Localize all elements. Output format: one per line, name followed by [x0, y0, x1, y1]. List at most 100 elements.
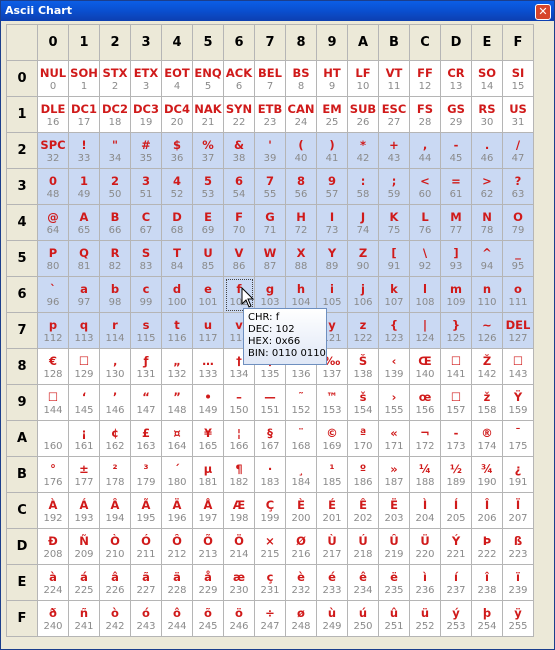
char-cell-194[interactable]: Â 194 [99, 492, 131, 529]
char-cell-116[interactable]: t 116 [161, 312, 193, 349]
char-cell-227[interactable]: ã 227 [130, 564, 162, 601]
char-cell-161[interactable]: ¡ 161 [68, 420, 100, 457]
char-cell-22[interactable]: SYN 22 [223, 96, 255, 133]
char-cell-186[interactable]: º 186 [347, 456, 379, 493]
char-cell-177[interactable]: ±177 [68, 456, 100, 493]
char-cell-42[interactable]: * 42 [347, 132, 379, 169]
char-cell-242[interactable]: ò 242 [99, 600, 131, 637]
char-cell-101[interactable]: e 101 [192, 276, 224, 313]
char-cell-239[interactable]: ï 239 [502, 564, 534, 601]
char-cell-113[interactable]: q 113 [68, 312, 100, 349]
char-cell-30[interactable]: RS 30 [471, 96, 503, 133]
char-cell-154[interactable]: š 154 [347, 384, 379, 421]
char-cell-152[interactable]: ˜ 152 [285, 384, 317, 421]
char-cell-197[interactable]: Å 197 [192, 492, 224, 529]
char-cell-123[interactable]: {123 [378, 312, 410, 349]
char-cell-215[interactable]: × 215 [254, 528, 286, 565]
char-cell-205[interactable]: Í 205 [440, 492, 472, 529]
char-cell-75[interactable]: K 75 [378, 204, 410, 241]
char-cell-59[interactable]: ; 59 [378, 168, 410, 205]
char-cell-189[interactable]: ½ 189 [440, 456, 472, 493]
char-cell-130[interactable]: ‚ 130 [99, 348, 131, 385]
char-cell-164[interactable]: ¤ 164 [161, 420, 193, 457]
char-cell-211[interactable]: Ó 211 [130, 528, 162, 565]
char-cell-125[interactable]: } 125 [440, 312, 472, 349]
char-cell-255[interactable]: ÿ 255 [502, 600, 534, 637]
char-cell-182[interactable]: ¶ 182 [223, 456, 255, 493]
char-cell-198[interactable]: Æ 198 [223, 492, 255, 529]
char-cell-151[interactable]: —151 [254, 384, 286, 421]
char-cell-144[interactable]: ☐ 144 [37, 384, 69, 421]
char-cell-193[interactable]: Á 193 [68, 492, 100, 529]
char-cell-52[interactable]: 4 52 [161, 168, 193, 205]
char-cell-15[interactable]: SI 15 [502, 60, 534, 97]
char-cell-175[interactable]: ¯ 175 [502, 420, 534, 457]
char-cell-244[interactable]: ô 244 [161, 600, 193, 637]
char-cell-139[interactable]: ‹ 139 [378, 348, 410, 385]
char-cell-223[interactable]: ß 223 [502, 528, 534, 565]
char-cell-232[interactable]: è 232 [285, 564, 317, 601]
char-cell-172[interactable]: ¬ 172 [409, 420, 441, 457]
char-cell-240[interactable]: ð 240 [37, 600, 69, 637]
char-cell-21[interactable]: NAK 21 [192, 96, 224, 133]
char-cell-33[interactable]: ! 33 [68, 132, 100, 169]
char-cell-95[interactable]: _ 95 [502, 240, 534, 277]
char-cell-224[interactable]: à 224 [37, 564, 69, 601]
char-cell-168[interactable]: ¨ 168 [285, 420, 317, 457]
char-cell-70[interactable]: F 70 [223, 204, 255, 241]
char-cell-56[interactable]: 8 56 [285, 168, 317, 205]
char-cell-55[interactable]: 7 55 [254, 168, 286, 205]
char-cell-241[interactable]: ñ 241 [68, 600, 100, 637]
char-cell-77[interactable]: M 77 [440, 204, 472, 241]
char-cell-39[interactable]: ' 39 [254, 132, 286, 169]
char-cell-167[interactable]: § 167 [254, 420, 286, 457]
char-cell-200[interactable]: È 200 [285, 492, 317, 529]
char-cell-57[interactable]: 9 57 [316, 168, 348, 205]
char-cell-28[interactable]: FS 28 [409, 96, 441, 133]
char-cell-74[interactable]: J 74 [347, 204, 379, 241]
char-cell-176[interactable]: ° 176 [37, 456, 69, 493]
char-cell-78[interactable]: N 78 [471, 204, 503, 241]
char-cell-35[interactable]: #35 [130, 132, 162, 169]
char-cell-44[interactable]: , 44 [409, 132, 441, 169]
char-cell-0[interactable]: NUL 0 [37, 60, 69, 97]
char-cell-251[interactable]: û 251 [378, 600, 410, 637]
char-cell-91[interactable]: [91 [378, 240, 410, 277]
char-cell-87[interactable]: W 87 [254, 240, 286, 277]
char-cell-12[interactable]: FF 12 [409, 60, 441, 97]
char-cell-45[interactable]: -45 [440, 132, 472, 169]
char-cell-201[interactable]: É 201 [316, 492, 348, 529]
char-cell-32[interactable]: SPC 32 [37, 132, 69, 169]
char-cell-54[interactable]: 6 54 [223, 168, 255, 205]
char-cell-122[interactable]: z 122 [347, 312, 379, 349]
char-cell-206[interactable]: Î 206 [471, 492, 503, 529]
char-cell-8[interactable]: BS 8 [285, 60, 317, 97]
char-cell-162[interactable]: ¢ 162 [99, 420, 131, 457]
char-cell-127[interactable]: DEL 127 [502, 312, 534, 349]
char-cell-48[interactable]: 0 48 [37, 168, 69, 205]
char-cell-73[interactable]: I 73 [316, 204, 348, 241]
char-cell-131[interactable]: ƒ 131 [130, 348, 162, 385]
char-cell-62[interactable]: >62 [471, 168, 503, 205]
char-cell-65[interactable]: A 65 [68, 204, 100, 241]
char-cell-81[interactable]: Q 81 [68, 240, 100, 277]
char-cell-43[interactable]: +43 [378, 132, 410, 169]
char-cell-250[interactable]: ú 250 [347, 600, 379, 637]
char-cell-72[interactable]: H 72 [285, 204, 317, 241]
char-cell-16[interactable]: DLE 16 [37, 96, 69, 133]
char-cell-188[interactable]: ¼ 188 [409, 456, 441, 493]
char-cell-82[interactable]: R 82 [99, 240, 131, 277]
char-cell-248[interactable]: ø 248 [285, 600, 317, 637]
char-cell-149[interactable]: • 149 [192, 384, 224, 421]
char-cell-165[interactable]: ¥165 [192, 420, 224, 457]
char-cell-166[interactable]: ¦ 166 [223, 420, 255, 457]
char-cell-5[interactable]: ENQ 5 [192, 60, 224, 97]
char-cell-233[interactable]: é 233 [316, 564, 348, 601]
char-cell-36[interactable]: $36 [161, 132, 193, 169]
char-cell-9[interactable]: HT 9 [316, 60, 348, 97]
char-cell-112[interactable]: p 112 [37, 312, 69, 349]
char-cell-254[interactable]: þ 254 [471, 600, 503, 637]
char-cell-203[interactable]: Ë 203 [378, 492, 410, 529]
char-cell-13[interactable]: CR 13 [440, 60, 472, 97]
char-cell-80[interactable]: P 80 [37, 240, 69, 277]
